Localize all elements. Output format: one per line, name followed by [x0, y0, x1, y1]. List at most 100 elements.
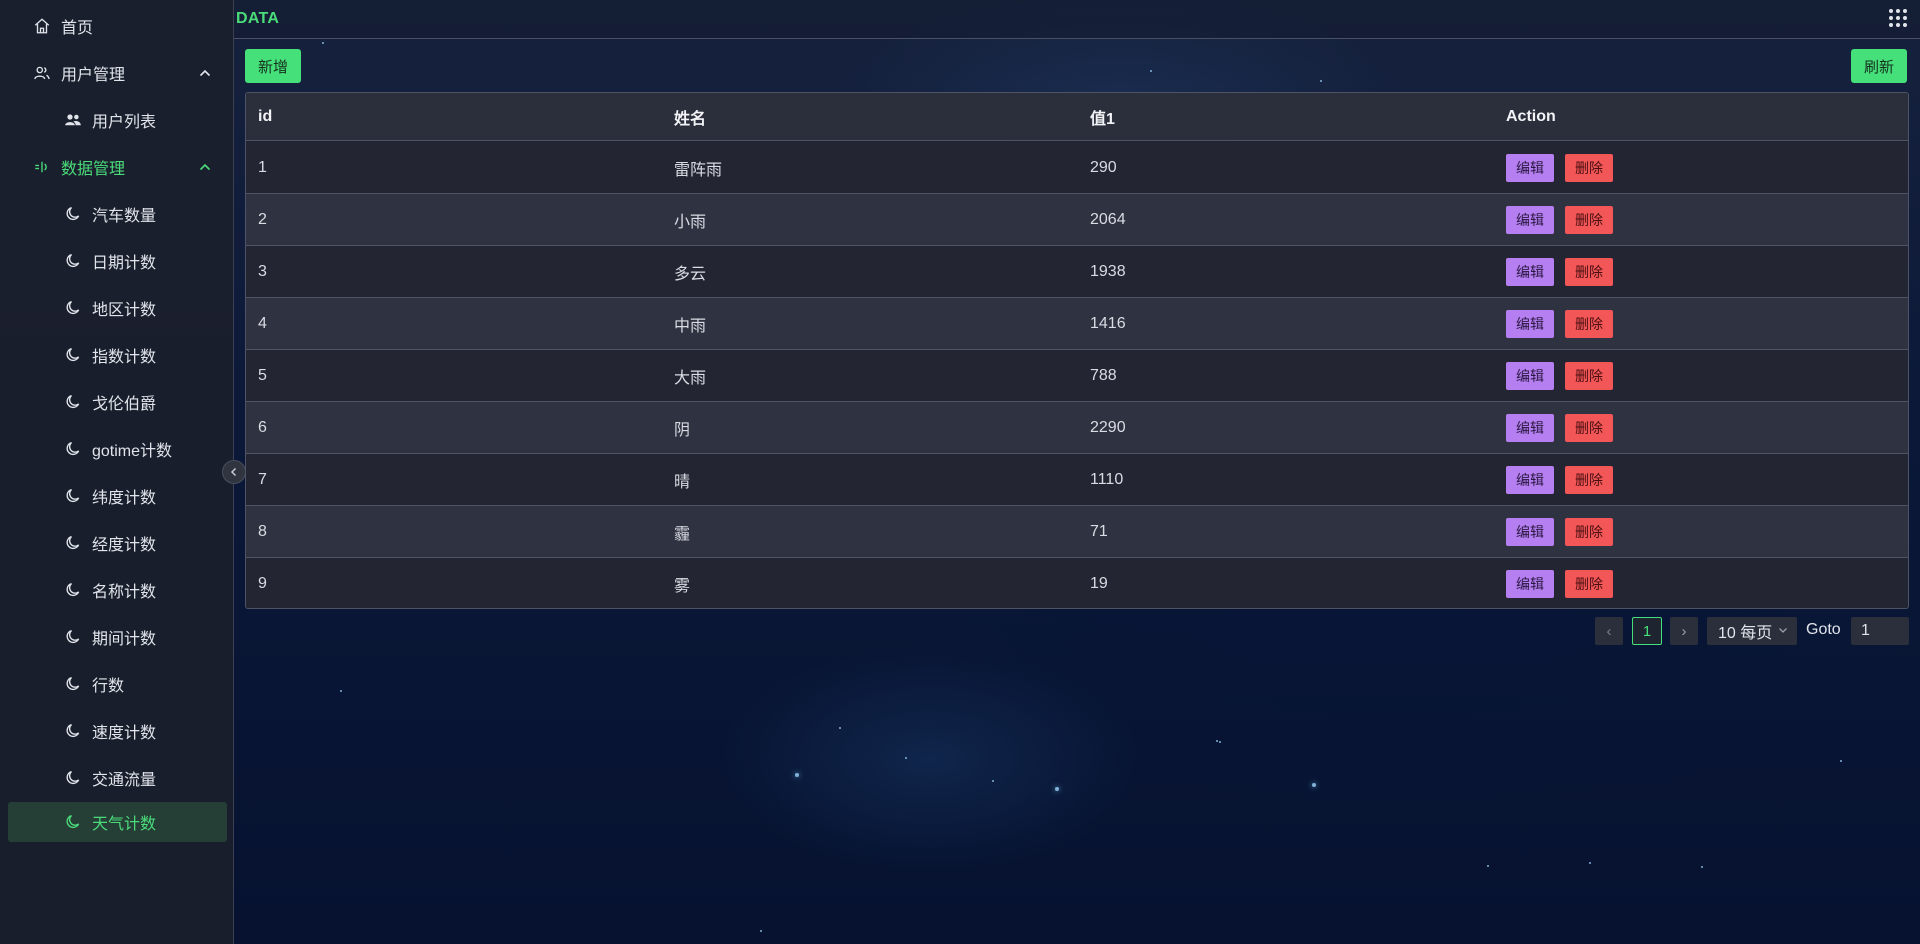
cell-id: 4	[258, 314, 267, 332]
chevron-up-icon	[199, 163, 211, 171]
cell-name: 大雨	[674, 369, 707, 387]
edit-button[interactable]: 编辑	[1506, 309, 1554, 338]
goto-label: Goto	[1806, 621, 1841, 638]
cell-id: 6	[258, 418, 267, 436]
sidebar-item-data-3[interactable]: 地区计数	[8, 288, 227, 328]
moon-icon	[63, 439, 83, 459]
edit-button[interactable]: 编辑	[1506, 413, 1554, 442]
delete-button[interactable]: 删除	[1565, 153, 1613, 182]
edit-button[interactable]: 编辑	[1506, 465, 1554, 494]
sidebar-item-data-8[interactable]: 经度计数	[8, 523, 227, 563]
cell-id: 3	[258, 262, 267, 280]
sidebar-item-label: 天气计数	[92, 816, 157, 833]
sidebar-item-label: 指数计数	[92, 349, 157, 366]
sidebar-item-label: 期间计数	[92, 631, 157, 648]
apps-grid-icon[interactable]	[1888, 8, 1908, 28]
cell-id: 5	[258, 366, 267, 384]
edit-button[interactable]: 编辑	[1506, 361, 1554, 390]
refresh-button[interactable]: 刷新	[1851, 49, 1908, 83]
delete-button[interactable]: 删除	[1565, 517, 1613, 546]
edit-button[interactable]: 编辑	[1506, 257, 1554, 286]
sidebar-item-label: 行数	[92, 678, 125, 695]
sidebar-item-label: gotime计数	[92, 443, 173, 460]
moon-icon	[63, 345, 83, 365]
page-size-select[interactable]: 10 每页	[1707, 617, 1797, 645]
goto-page-input[interactable]	[1851, 617, 1909, 645]
cell-name: 小雨	[674, 213, 707, 231]
pagination-next-button[interactable]: ›	[1670, 617, 1698, 645]
sidebar-group-user-management[interactable]: 用户管理	[8, 53, 227, 93]
table-row: 6 阴 2290 编辑 删除	[246, 402, 1908, 454]
table-row: 7 晴 1110 编辑 删除	[246, 454, 1908, 506]
sidebar-item-data-5[interactable]: 戈伦伯爵	[8, 382, 227, 422]
sidebar-collapse-button[interactable]	[222, 460, 246, 484]
edit-button[interactable]: 编辑	[1506, 517, 1554, 546]
sidebar-item-data-14[interactable]: 天气计数	[8, 802, 227, 842]
sidebar-group-data-management[interactable]: 数据管理	[8, 147, 227, 187]
sidebar-item-data-10[interactable]: 期间计数	[8, 617, 227, 657]
sidebar-item-label: 首页	[61, 20, 94, 37]
cell-value: 1416	[1090, 314, 1126, 332]
moon-icon	[63, 392, 83, 412]
delete-button[interactable]: 删除	[1565, 205, 1613, 234]
cell-value: 2064	[1090, 210, 1126, 228]
cell-action: 编辑 删除	[1494, 402, 1908, 453]
edit-button[interactable]: 编辑	[1506, 570, 1554, 598]
cell-value: 1938	[1090, 262, 1126, 280]
delete-button[interactable]: 删除	[1565, 465, 1613, 494]
pagination-page-1[interactable]: 1	[1632, 617, 1662, 645]
add-button[interactable]: 新增	[245, 49, 302, 83]
cell-name: 晴	[674, 473, 691, 491]
sidebar-item-data-11[interactable]: 行数	[8, 664, 227, 704]
sidebar-group-label: 数据管理	[61, 161, 126, 178]
table-row: 1 雷阵雨 290 编辑 删除	[246, 142, 1908, 194]
delete-button[interactable]: 删除	[1565, 309, 1613, 338]
sidebar-item-data-1[interactable]: 汽车数量	[8, 194, 227, 234]
data-table: id 姓名 值1 Action 1 雷阵雨 290 编辑 删除 2 小雨 2064 编辑 删除 3 多…	[245, 92, 1909, 609]
sidebar-item-label: 交通流量	[92, 772, 157, 789]
moon-icon	[63, 251, 83, 271]
cell-name: 霾	[674, 525, 691, 543]
delete-button[interactable]: 删除	[1565, 413, 1613, 442]
cell-action: 编辑 删除	[1494, 298, 1908, 349]
column-header-value: 值1	[1090, 110, 1115, 128]
moon-icon	[63, 812, 83, 832]
sidebar-item-data-4[interactable]: 指数计数	[8, 335, 227, 375]
sidebar-item-user-list[interactable]: 用户列表	[8, 100, 227, 140]
sidebar-item-label: 日期计数	[92, 255, 157, 272]
sidebar-item-data-13[interactable]: 交通流量	[8, 758, 227, 798]
data-icon	[32, 157, 52, 177]
chevron-left-icon	[230, 467, 237, 477]
column-header-id: id	[258, 107, 273, 125]
sidebar-item-label: 汽车数量	[92, 208, 157, 225]
chevron-down-icon	[1779, 628, 1787, 633]
cell-action: 编辑 删除	[1494, 142, 1908, 193]
sidebar-item-data-2[interactable]: 日期计数	[8, 241, 227, 281]
chevron-up-icon	[199, 69, 211, 77]
table-row: 2 小雨 2064 编辑 删除	[246, 194, 1908, 246]
sidebar-item-home[interactable]: 首页	[8, 6, 227, 46]
sidebar-item-data-12[interactable]: 速度计数	[8, 711, 227, 751]
cell-name: 雷阵雨	[674, 161, 723, 179]
cell-action: 编辑 删除	[1494, 506, 1908, 557]
edit-button[interactable]: 编辑	[1506, 153, 1554, 182]
home-icon	[32, 16, 52, 36]
cell-value: 290	[1090, 158, 1117, 176]
pagination-prev-button[interactable]: ‹	[1595, 617, 1623, 645]
cell-name: 雾	[674, 578, 691, 595]
delete-button[interactable]: 删除	[1565, 257, 1613, 286]
sidebar-item-data-7[interactable]: 纬度计数	[8, 476, 227, 516]
delete-button[interactable]: 删除	[1565, 570, 1613, 598]
moon-icon	[63, 721, 83, 741]
sidebar-item-data-9[interactable]: 名称计数	[8, 570, 227, 610]
sidebar-item-data-6[interactable]: gotime计数	[8, 429, 227, 469]
table-row: 9 雾 19 编辑 删除	[246, 558, 1908, 608]
cell-action: 编辑 删除	[1494, 194, 1908, 245]
table-row: 8 霾 71 编辑 删除	[246, 506, 1908, 558]
cell-value: 1110	[1090, 470, 1124, 488]
sidebar-item-label: 戈伦伯爵	[92, 396, 157, 413]
moon-icon	[63, 298, 83, 318]
edit-button[interactable]: 编辑	[1506, 205, 1554, 234]
delete-button[interactable]: 删除	[1565, 361, 1613, 390]
sidebar-item-label: 用户列表	[92, 114, 157, 131]
